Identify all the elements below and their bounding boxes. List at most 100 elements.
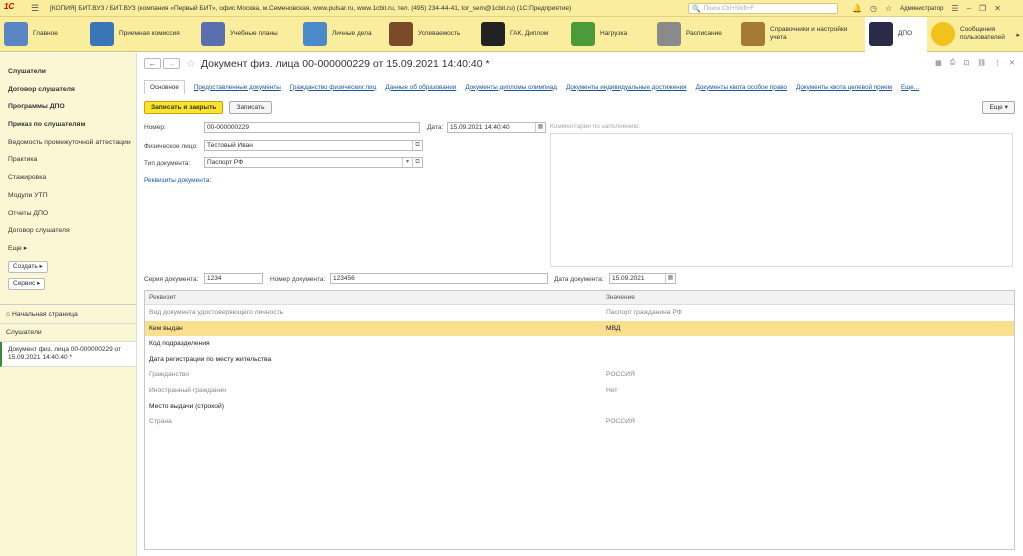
save-button[interactable]: Записать: [229, 101, 272, 114]
tab-8[interactable]: Еще...: [901, 84, 919, 91]
series-field[interactable]: 1234: [204, 273, 263, 284]
tab-1[interactable]: Предоставленные документы: [194, 84, 281, 91]
sidebar-item[interactable]: Слушатели: [8, 63, 136, 81]
doc-type-select[interactable]: Паспорт РФ ▾ ⧉: [204, 157, 423, 168]
favorite-star-icon[interactable]: ☆: [186, 57, 196, 70]
tab-2[interactable]: Гражданство физических лиц: [290, 84, 377, 91]
doc-number-field[interactable]: 123456: [330, 273, 548, 284]
table-row[interactable]: Код подразделения: [145, 336, 1014, 352]
open-window-listeners[interactable]: Слушатели: [0, 324, 136, 342]
value-cell[interactable]: РОССИЯ: [602, 367, 1014, 383]
section-0[interactable]: Главное: [0, 17, 86, 52]
create-button[interactable]: Создать ▸: [8, 260, 48, 273]
current-user[interactable]: Администратор: [900, 6, 943, 12]
section-icon: [90, 22, 114, 46]
section-icon: [931, 22, 955, 46]
doc-type-open-icon[interactable]: ⧉: [412, 158, 422, 167]
value-cell[interactable]: МВД: [602, 321, 1014, 337]
sidebar-item[interactable]: Модули УТП: [8, 187, 136, 205]
history-icon[interactable]: ◷: [870, 4, 877, 13]
sidebar-item[interactable]: Ведомость промежуточной аттестации: [8, 134, 136, 152]
person-field[interactable]: Тестовый Иван ⧉: [204, 140, 423, 151]
comments-textarea[interactable]: [550, 133, 1013, 267]
value-cell[interactable]: [602, 336, 1014, 352]
section-4[interactable]: Успеваемость: [385, 17, 477, 52]
value-cell[interactable]: [602, 399, 1014, 415]
calendar-icon[interactable]: ▦: [935, 59, 942, 67]
restore-icon[interactable]: ❐: [979, 4, 986, 13]
section-9[interactable]: ДПО: [865, 16, 927, 52]
value-cell[interactable]: Нет: [602, 383, 1014, 399]
close-icon[interactable]: ✕: [994, 4, 1001, 13]
tab-7[interactable]: Документы квота целевой прием: [796, 84, 892, 91]
tab-4[interactable]: Документы дипломы олимпиад: [465, 84, 557, 91]
sidebar-item[interactable]: Договор слушателя: [8, 222, 136, 240]
date-field[interactable]: 15.09.2021 14:40:40 ▦: [447, 122, 546, 133]
forward-button[interactable]: →: [163, 58, 180, 69]
more-actions-icon[interactable]: ⋮: [994, 59, 1001, 67]
section-3[interactable]: Личные дела: [299, 17, 385, 52]
tab-0[interactable]: Основное: [144, 80, 185, 94]
sidebar-item[interactable]: Практика: [8, 151, 136, 169]
chevron-down-icon[interactable]: ▾: [402, 158, 412, 167]
section-label: Сообщения пользователей: [960, 26, 1005, 41]
value-cell[interactable]: [602, 352, 1014, 368]
doc-date-field[interactable]: 15.09.2021 ▦: [609, 273, 676, 284]
global-search-input[interactable]: 🔍 Поиск Ctrl+Shift+F: [688, 3, 838, 14]
sidebar-item[interactable]: Еще ▸: [8, 240, 136, 258]
value-cell[interactable]: РОССИЯ: [602, 414, 1014, 430]
tab-5[interactable]: Документы индивидуальные достижения: [566, 84, 687, 91]
section-7[interactable]: Расписание: [653, 17, 737, 52]
section-label: Личные дела: [332, 30, 372, 37]
print-icon[interactable]: ⎙: [950, 59, 956, 67]
sidebar-item[interactable]: Стажировка: [8, 169, 136, 187]
table-row[interactable]: Дата регистрации по месту жительства: [145, 352, 1014, 368]
section-icon: [657, 22, 681, 46]
close-form-icon[interactable]: ✕: [1009, 59, 1015, 67]
home-page-link[interactable]: ⌂ Начальная страница: [0, 304, 136, 324]
sidebar-item[interactable]: Отчеты ДПО: [8, 205, 136, 223]
save-and-close-button[interactable]: Записать и закрыть: [144, 101, 224, 114]
favorites-star-icon[interactable]: ☆: [885, 4, 892, 13]
sidebar-item[interactable]: Приказ по слушателям: [8, 116, 136, 134]
service-button[interactable]: Сервис ▸: [8, 277, 46, 290]
link-icon[interactable]: ⛓: [977, 59, 986, 67]
minimize-icon[interactable]: –: [967, 4, 971, 13]
table-row[interactable]: Гражданство РОССИЯ: [145, 367, 1014, 383]
section-10[interactable]: Сообщения пользователей: [927, 17, 1015, 52]
doc-date-calendar-icon[interactable]: ▦: [665, 274, 675, 283]
requisites-link[interactable]: Реквизиты документа:: [144, 177, 211, 184]
table-row[interactable]: Кем выдан МВД: [145, 320, 1014, 337]
table-row[interactable]: Иностранный гражданин Нет: [145, 383, 1014, 399]
date-value: 15.09.2021 14:40:40: [450, 124, 510, 131]
person-open-icon[interactable]: ⧉: [412, 141, 422, 150]
section-1[interactable]: Приемная комиссия: [86, 17, 197, 52]
section-8[interactable]: Справочники и настройки учета: [737, 17, 865, 52]
section-5[interactable]: ГАК, Диплом: [477, 17, 567, 52]
table-row[interactable]: Страна РОССИЯ: [145, 414, 1014, 430]
settings-menu-icon[interactable]: ☰: [951, 4, 958, 13]
tab-3[interactable]: Данные об образовании: [385, 84, 456, 91]
more-button[interactable]: Еще ▾: [982, 101, 1015, 114]
title-bar: 1С ☰ [КОПИЯ] БИТ.ВУЗ / БИТ.ВУЗ (компания…: [0, 0, 1023, 17]
section-2[interactable]: Учебные планы: [197, 17, 299, 52]
column-header-value[interactable]: Значение: [602, 291, 1014, 304]
sidebar-item[interactable]: Договор слушателя: [8, 81, 136, 99]
sidebar-item[interactable]: Программы ДПО: [8, 98, 136, 116]
notifications-bell-icon[interactable]: 🔔: [852, 4, 862, 13]
date-calendar-icon[interactable]: ▦: [535, 123, 545, 132]
table-row[interactable]: Вид документа удостоверяющего личность Па…: [145, 305, 1014, 321]
table-row[interactable]: Место выдачи (строкой): [145, 399, 1014, 415]
date-label: Дата:: [427, 124, 444, 131]
open-window-current-document[interactable]: Документ физ. лица 00-000000229 от 15.09…: [0, 341, 136, 367]
section-6[interactable]: Нагрузка: [567, 17, 653, 52]
column-header-requisite[interactable]: Реквизит: [145, 291, 602, 304]
main-menu-icon[interactable]: ☰: [28, 3, 42, 14]
requisite-cell: Гражданство: [149, 371, 190, 379]
number-field[interactable]: 00-000000229: [204, 122, 420, 133]
sections-scroll-right-icon[interactable]: ▸: [1016, 31, 1020, 39]
back-button[interactable]: ←: [144, 58, 161, 69]
value-cell[interactable]: Паспорт гражданина РФ: [602, 305, 1014, 321]
attach-icon[interactable]: ⊡: [963, 59, 969, 67]
tab-6[interactable]: Документы квота особое право: [696, 84, 787, 91]
